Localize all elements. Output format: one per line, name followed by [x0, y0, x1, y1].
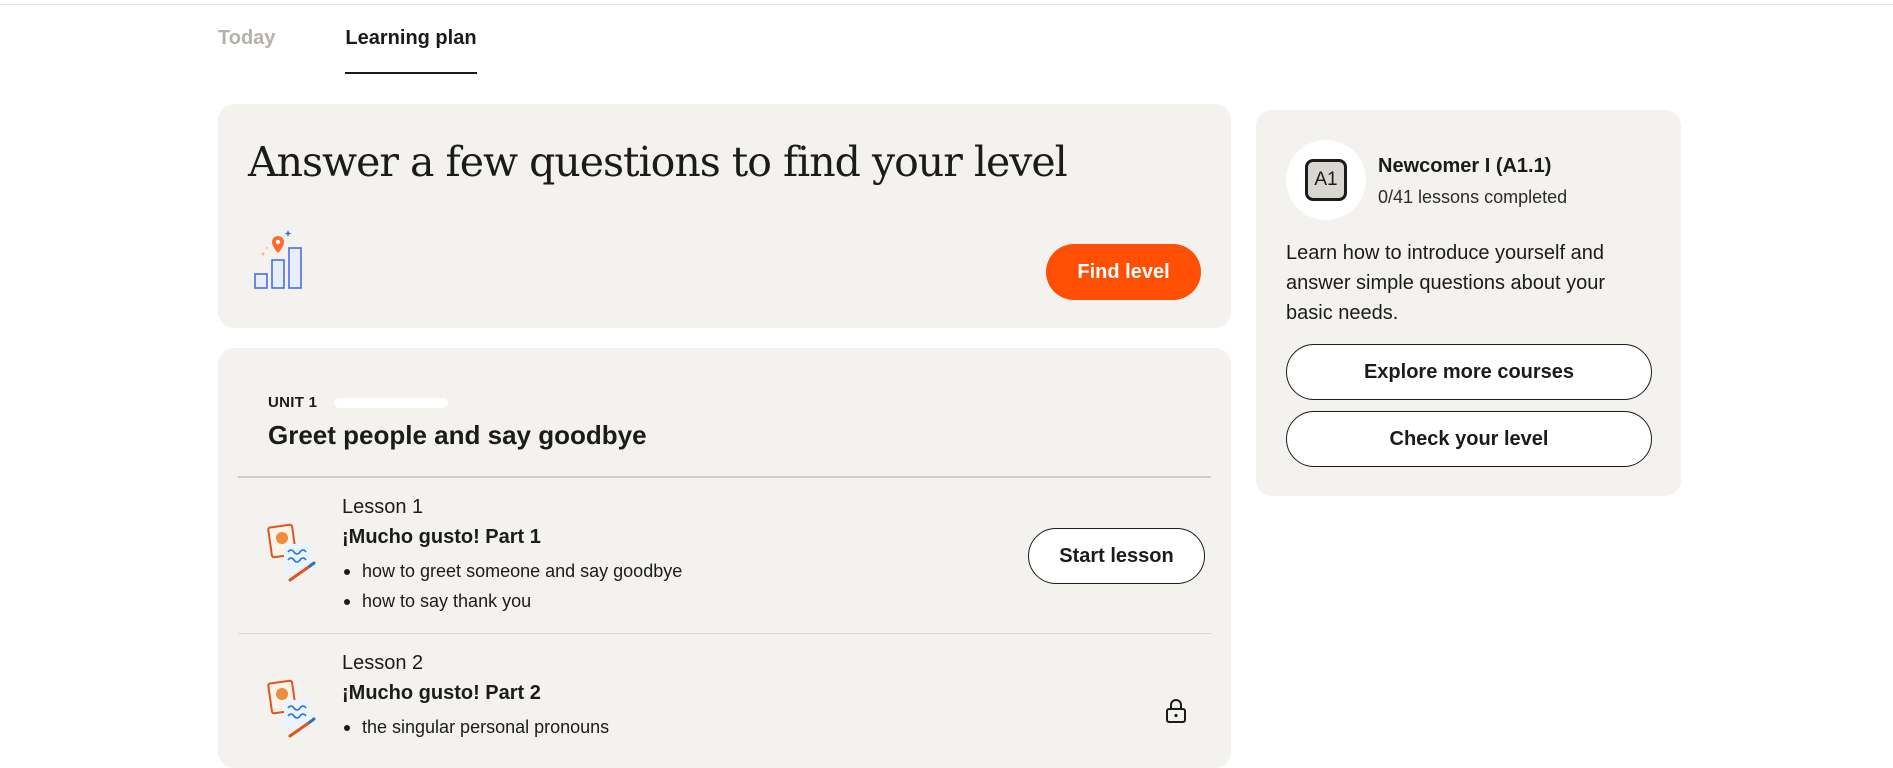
course-description: Learn how to introduce yourself and answ… [1286, 242, 1606, 324]
start-lesson-button[interactable]: Start lesson [1028, 528, 1205, 584]
find-level-card: Answer a few questions to find your leve… [218, 104, 1231, 328]
lesson-topic: how to greet someone and say goodbye [342, 556, 682, 586]
level-badge-label: A1 [1305, 159, 1347, 201]
lesson-topics: how to greet someone and say goodbye how… [342, 556, 682, 616]
lesson-item: Lesson 1 ¡Mucho gusto! Part 1 how to gre… [238, 478, 1211, 634]
find-level-button[interactable]: Find level [1046, 244, 1201, 300]
unit-progress-bar [334, 398, 448, 408]
tab-learning-plan[interactable]: Learning plan [345, 24, 477, 74]
course-card: A1 Newcomer I (A1.1) 0/41 lessons comple… [1256, 110, 1681, 496]
lesson-name: ¡Mucho gusto! Part 2 [342, 682, 541, 704]
lesson-illustration-icon [267, 523, 316, 582]
course-name: Newcomer I (A1.1) [1378, 155, 1552, 177]
lesson-topic: how to say thank you [342, 586, 682, 616]
lesson-number: Lesson 1 [342, 496, 424, 518]
unit-card: UNIT 1 Greet people and say goodbye Less… [218, 348, 1231, 768]
lesson-name: ¡Mucho gusto! Part 1 [342, 526, 541, 548]
lesson-topic: the singular personal pronouns [342, 712, 609, 742]
explore-courses-button[interactable]: Explore more courses [1286, 344, 1652, 400]
lesson-topics: the singular personal pronouns [342, 712, 609, 742]
tab-today[interactable]: Today [218, 24, 275, 74]
lock-icon [1166, 699, 1186, 723]
tab-bar: Today Learning plan [218, 24, 477, 74]
unit-label: UNIT 1 [268, 394, 318, 411]
course-level-badge: A1 [1286, 140, 1366, 220]
lesson-illustration-icon [267, 679, 316, 738]
lesson-number: Lesson 2 [342, 652, 424, 674]
bar-chart-location-icon [254, 230, 302, 289]
top-divider [0, 4, 1893, 5]
find-level-title: Answer a few questions to find your leve… [248, 138, 1068, 186]
check-level-button[interactable]: Check your level [1286, 411, 1652, 467]
unit-title: Greet people and say goodbye [268, 420, 647, 450]
lesson-item: Lesson 2 ¡Mucho gusto! Part 2 the singul… [238, 634, 1211, 768]
course-progress: 0/41 lessons completed [1378, 187, 1568, 207]
